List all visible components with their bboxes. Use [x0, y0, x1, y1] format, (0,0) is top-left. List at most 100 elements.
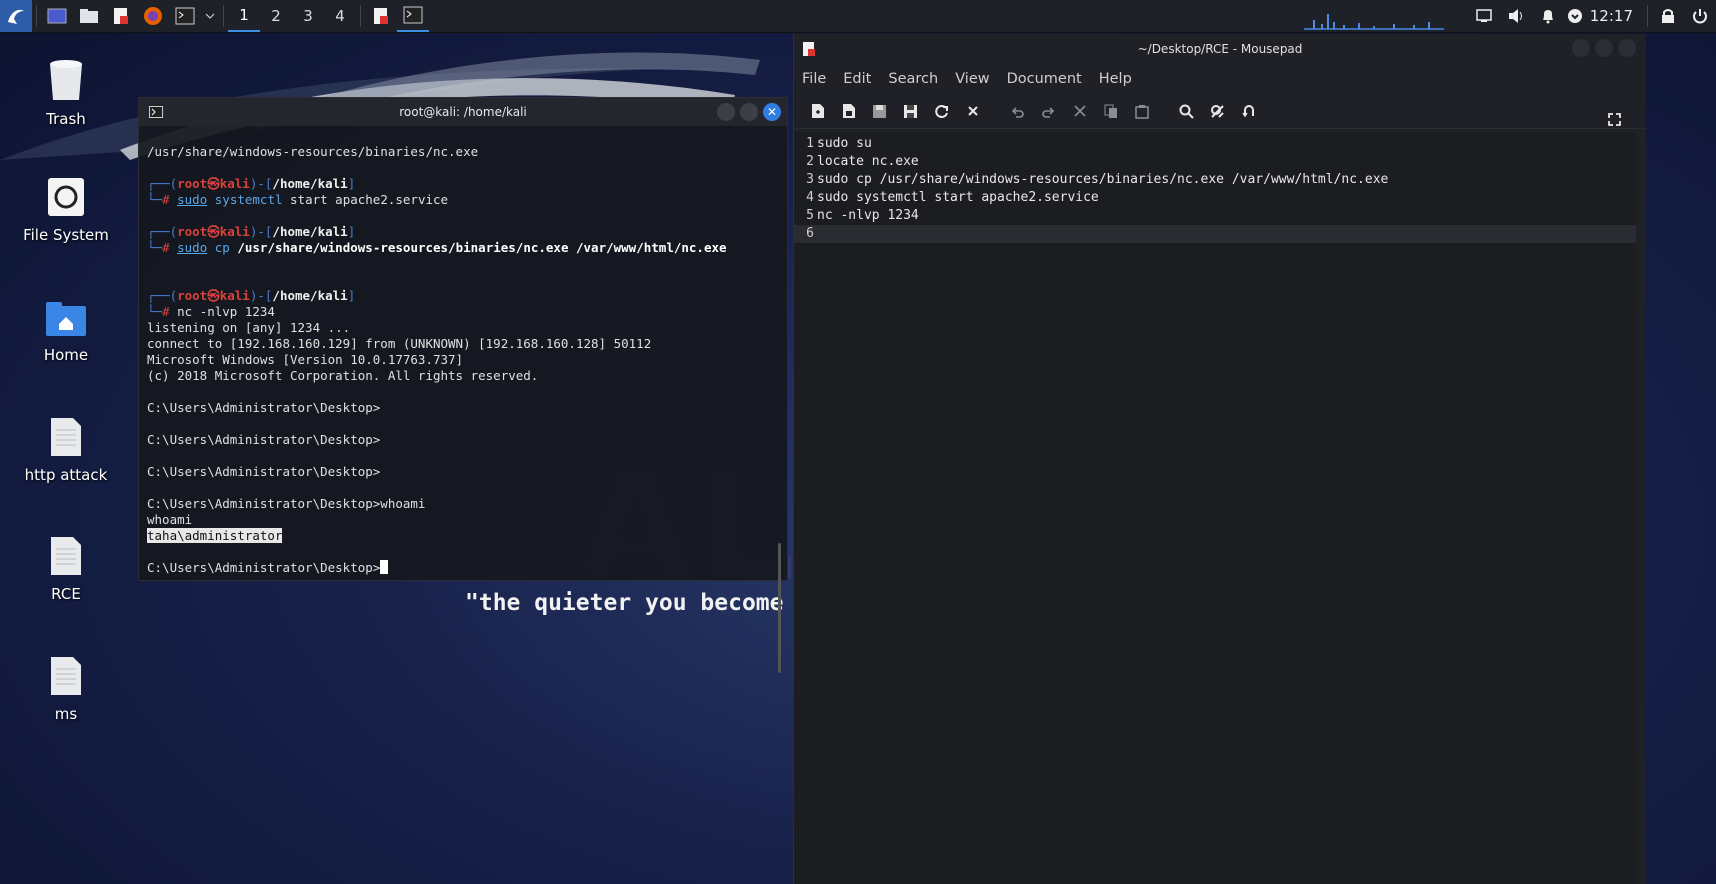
go-to-icon [1241, 104, 1254, 117]
prompt-host: kali [219, 288, 250, 303]
terminal-launcher[interactable] [169, 0, 201, 32]
save-button[interactable] [895, 96, 926, 126]
task-mousepad[interactable] [365, 0, 397, 32]
maximize-button[interactable] [1595, 39, 1613, 57]
power-icon [1693, 9, 1707, 24]
trash-icon [50, 60, 82, 100]
open-button[interactable] [864, 96, 895, 126]
desktop-icon-home[interactable]: Home [11, 300, 121, 364]
line-number: 5 [806, 208, 814, 223]
mousepad-window[interactable]: ~/Desktop/RCE - Mousepad File Edit Searc… [793, 34, 1646, 884]
workspace-4[interactable]: 4 [324, 0, 356, 32]
line-text: sudo systemctl start apache2.service [817, 190, 1099, 205]
prompt-host: kali [219, 224, 250, 239]
mousepad-titlebar[interactable]: ~/Desktop/RCE - Mousepad [794, 34, 1646, 64]
logout-button[interactable] [1684, 0, 1716, 32]
text-editor-launcher[interactable] [105, 0, 137, 32]
prompt-user: root [177, 224, 208, 239]
close-button[interactable] [1618, 39, 1636, 57]
fullscreen-button[interactable] [1599, 104, 1630, 134]
prompt-path: /home/kali [272, 288, 348, 303]
new-document-button[interactable] [802, 96, 833, 126]
terminal-window[interactable]: root@kali: /home/kali ✕ /usr/share/windo… [138, 97, 788, 673]
menu-document[interactable]: Document [1007, 71, 1082, 87]
editor-line: 2 locate nc.exe [794, 153, 1636, 171]
cmd-text: nc -nlvp 1234 [177, 304, 275, 319]
close-document-button[interactable] [957, 96, 988, 126]
desktop-icon-http-attack[interactable]: http attack [11, 416, 121, 484]
redo-icon [1042, 106, 1055, 118]
close-icon: ✕ [766, 105, 778, 119]
reload-button[interactable] [926, 96, 957, 126]
desktop-icon-file-system[interactable]: File System [11, 176, 121, 244]
cmd-sudo: sudo [177, 192, 208, 207]
minimize-button[interactable] [717, 103, 735, 121]
prompt-path: /home/kali [272, 224, 348, 239]
show-desktop-button[interactable] [41, 0, 73, 32]
menu-file[interactable]: File [802, 71, 826, 87]
line-number: 4 [806, 190, 814, 205]
undo-icon [1011, 106, 1024, 118]
paste-button[interactable] [1126, 96, 1157, 126]
terminal-scrollbar[interactable] [778, 543, 781, 673]
volume-button[interactable] [1500, 0, 1532, 32]
undo-button[interactable] [1002, 96, 1033, 126]
text-editor-area[interactable]: 1 sudo su 2 locate nc.exe 3 sudo cp /usr/sh… [794, 132, 1636, 884]
redo-button[interactable] [1033, 96, 1064, 126]
new-window-button[interactable] [833, 96, 864, 126]
minimize-button[interactable] [1572, 39, 1590, 57]
cut-button[interactable] [1064, 96, 1095, 126]
prompt-line: ┌──(root㉿kali)-[/home/kali] [147, 224, 356, 239]
cpu-graph [1303, 14, 1444, 30]
workspace-1[interactable]: 1 [228, 0, 260, 32]
go-to-line-button[interactable] [1233, 96, 1264, 126]
menu-view[interactable]: View [955, 71, 989, 87]
workspace-2[interactable]: 2 [260, 0, 292, 32]
text-editor-icon [374, 8, 388, 24]
prompt-path: /home/kali [272, 176, 348, 191]
copy-button[interactable] [1095, 96, 1126, 126]
power-status-button[interactable] [1564, 0, 1586, 32]
desktop-icon-rce[interactable]: RCE [11, 535, 121, 603]
terminal-titlebar[interactable]: root@kali: /home/kali ✕ [139, 98, 787, 126]
text-file-icon [51, 418, 81, 456]
display-button[interactable] [1468, 0, 1500, 32]
find-button[interactable] [1171, 96, 1202, 126]
menu-edit[interactable]: Edit [843, 71, 871, 87]
reload-icon [935, 104, 948, 118]
firefox-launcher[interactable] [137, 0, 169, 32]
task-terminal[interactable] [397, 0, 429, 32]
launcher-dropdown[interactable] [201, 0, 219, 32]
text-file-icon [51, 537, 81, 575]
terminal-line: /usr/share/windows-resources/binaries/nc… [147, 144, 479, 159]
desktop-icon-label: ms [54, 705, 78, 723]
clock[interactable]: 12:17 [1590, 7, 1633, 25]
find-replace-button[interactable] [1202, 96, 1233, 126]
terminal-output[interactable]: /usr/share/windows-resources/binaries/nc… [139, 126, 787, 578]
terminal-line: (c) 2018 Microsoft Corporation. All righ… [147, 368, 539, 383]
terminal-line: whoami [147, 512, 193, 527]
windows-prompt: C:\Users\Administrator\Desktop> [147, 400, 381, 415]
maximize-button[interactable] [740, 103, 758, 121]
open-file-icon [873, 104, 886, 118]
menu-bar: File Edit Search View Document Help [794, 64, 1646, 94]
menu-search[interactable]: Search [888, 71, 938, 87]
drive-icon [48, 178, 84, 216]
desktop-icon-ms[interactable]: ms [11, 655, 121, 723]
kali-menu-button[interactable] [0, 0, 32, 32]
line-number: 3 [806, 172, 814, 187]
close-button[interactable]: ✕ [763, 103, 781, 121]
prompt-host: kali [219, 176, 250, 191]
windows-prompt: C:\Users\Administrator\Desktop> [147, 560, 381, 575]
workspace-3[interactable]: 3 [292, 0, 324, 32]
notifications-button[interactable] [1532, 0, 1564, 32]
line-number: 1 [806, 136, 814, 151]
desktop-icon-label: File System [23, 226, 109, 244]
editor-line: 1 sudo su [794, 135, 1636, 153]
desktop-icon-trash[interactable]: Trash [11, 58, 121, 128]
file-manager-launcher[interactable] [73, 0, 105, 32]
menu-help[interactable]: Help [1099, 71, 1132, 87]
terminal-line: listening on [any] 1234 ... [147, 320, 351, 335]
lock-screen-button[interactable] [1652, 0, 1684, 32]
desktop-icon-label: Trash [46, 110, 86, 128]
